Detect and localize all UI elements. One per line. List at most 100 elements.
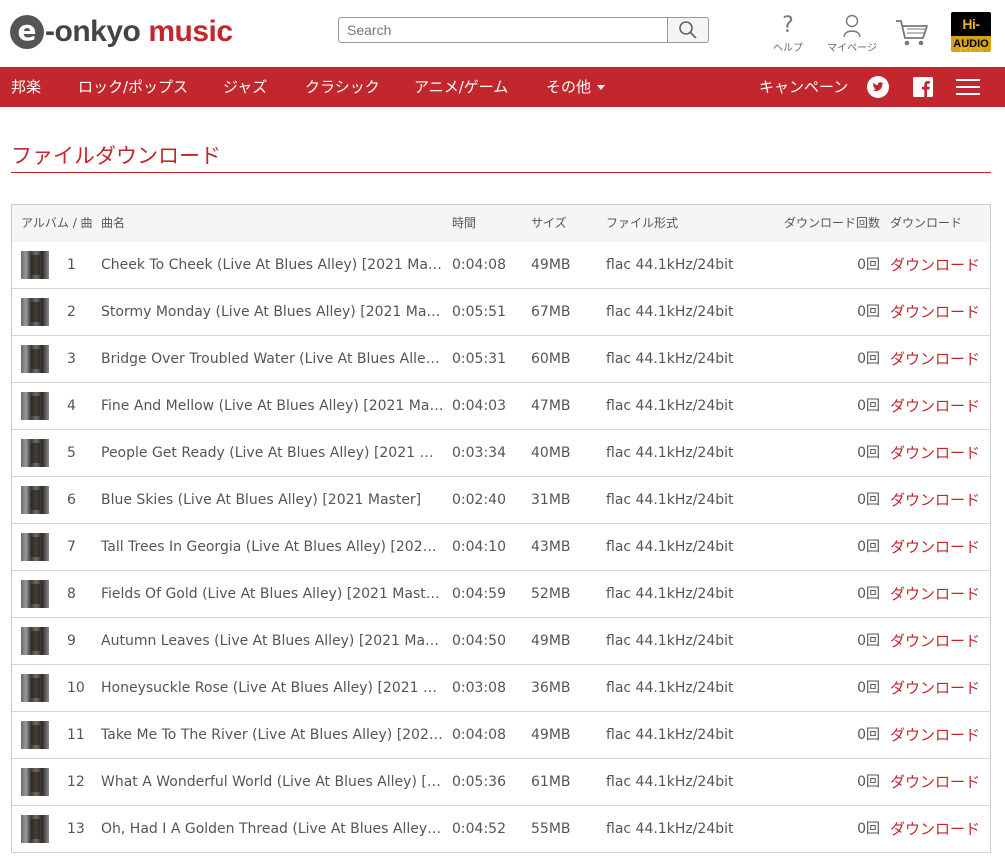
file-size: 49MB [531,633,571,649]
logo-music-text: music [148,15,233,48]
file-format: flac 44.1kHz/24bit [606,445,734,461]
track-title: Honeysuckle Rose (Live At Blues Alley) [… [101,680,444,696]
download-count: 0回 [857,539,880,555]
twitter-icon[interactable] [867,76,889,98]
album-thumbnail [21,627,49,655]
hires-top-text: Hi-Res [951,12,991,52]
album-thumbnail [21,439,49,467]
track-duration: 0:04:08 [452,727,506,743]
album-thumbnail [21,533,49,561]
nav-item-anime-game[interactable]: アニメ/ゲーム [414,67,508,107]
hamburger-menu-icon[interactable] [956,76,980,98]
main-nav: 邦楽 ロック/ポップス ジャズ クラシック アニメ/ゲーム その他 キャンペーン [0,67,1005,107]
download-link[interactable]: ダウンロード [890,242,980,288]
track-duration: 0:04:03 [452,398,506,414]
file-format: flac 44.1kHz/24bit [606,351,734,367]
track-duration: 0:04:08 [452,257,506,273]
nav-item-others-label: その他 [546,78,592,96]
album-thumbnail [21,251,49,279]
file-format: flac 44.1kHz/24bit [606,257,734,273]
track-title: Blue Skies (Live At Blues Alley) [2021 M… [101,492,422,508]
file-format: flac 44.1kHz/24bit [606,304,734,320]
track-duration: 0:05:31 [452,351,506,367]
nav-item-classic[interactable]: クラシック [305,67,380,107]
file-format: flac 44.1kHz/24bit [606,539,734,555]
nav-item-others[interactable]: その他 [546,67,606,107]
user-icon [843,14,861,38]
header-size: サイズ [531,216,567,230]
nav-item-jazz[interactable]: ジャズ [223,67,267,107]
table-body: 1 Cheek To Cheek (Live At Blues Alley) [2… [12,242,990,853]
file-size: 47MB [531,398,571,414]
download-link[interactable]: ダウンロード [890,618,980,664]
file-size: 61MB [531,774,571,790]
file-format: flac 44.1kHz/24bit [606,398,734,414]
album-thumbnail [21,768,49,796]
help-link[interactable]: ? ヘルプ [770,14,806,55]
header-album-track: アルバム / 曲 [21,216,93,230]
table-row: 3 Bridge Over Troubled Water (Live At Blu… [12,336,990,383]
download-link[interactable]: ダウンロード [890,336,980,382]
track-number: 5 [67,445,76,461]
table-row: 2 Stormy Monday (Live At Blues Alley) [20… [12,289,990,336]
album-thumbnail [21,345,49,373]
track-duration: 0:05:36 [452,774,506,790]
track-number: 4 [67,398,76,414]
page-title: ファイルダウンロード [11,144,221,168]
file-format: flac 44.1kHz/24bit [606,680,734,696]
cart-icon [896,20,928,46]
file-format: flac 44.1kHz/24bit [606,774,734,790]
mypage-label: マイページ [827,43,877,54]
facebook-icon[interactable] [912,76,934,98]
album-thumbnail [21,674,49,702]
track-title: Cheek To Cheek (Live At Blues Alley) [20… [101,257,444,273]
mypage-link[interactable]: マイページ [824,14,880,54]
download-count: 0回 [857,257,880,273]
file-format: flac 44.1kHz/24bit [606,492,734,508]
download-link[interactable]: ダウンロード [890,524,980,570]
track-title: People Get Ready (Live At Blues Alley) [… [101,445,444,461]
download-link[interactable]: ダウンロード [890,430,980,476]
download-count: 0回 [857,821,880,837]
track-duration: 0:04:10 [452,539,506,555]
track-title: Oh, Had I A Golden Thread (Live At Blues… [101,821,444,837]
search-icon [679,21,697,39]
download-link[interactable]: ダウンロード [890,571,980,617]
nav-item-rock-pops[interactable]: ロック/ポップス [78,67,188,107]
download-link[interactable]: ダウンロード [890,477,980,523]
download-link[interactable]: ダウンロード [890,806,980,852]
search-button[interactable] [667,17,709,43]
header-download: ダウンロード [890,216,963,230]
header-time: 時間 [452,216,477,230]
track-number: 11 [67,727,85,743]
download-link[interactable]: ダウンロード [890,712,980,758]
download-count: 0回 [857,492,880,508]
table-header: アルバム / 曲 曲名 時間 サイズ ファイル形式 ダウンロード回数 ダウンロー… [12,205,990,242]
nav-item-hougaku[interactable]: 邦楽 [11,67,41,107]
track-title: Take Me To The River (Live At Blues Alle… [101,727,444,743]
track-title: Bridge Over Troubled Water (Live At Blue… [101,351,444,367]
album-thumbnail [21,486,49,514]
file-size: 49MB [531,257,571,273]
download-link[interactable]: ダウンロード [890,289,980,335]
file-size: 49MB [531,727,571,743]
track-duration: 0:04:52 [452,821,506,837]
album-thumbnail [21,815,49,843]
cart-link[interactable] [894,18,930,52]
help-label: ヘルプ [773,43,803,54]
search-input[interactable] [338,17,667,43]
download-link[interactable]: ダウンロード [890,383,980,429]
download-link[interactable]: ダウンロード [890,665,980,711]
track-number: 9 [67,633,76,649]
track-duration: 0:05:51 [452,304,506,320]
track-duration: 0:03:34 [452,445,506,461]
track-title: What A Wonderful World (Live At Blues Al… [101,774,444,790]
download-link[interactable]: ダウンロード [890,759,980,805]
track-number: 10 [67,680,85,696]
file-format: flac 44.1kHz/24bit [606,586,734,602]
search-bar [338,17,709,43]
table-row: 13 Oh, Had I A Golden Thread (Live At Blu… [12,806,990,853]
e-onkyo-music-logo[interactable]: e -onkyo music [10,12,233,52]
caret-down-icon [597,85,606,90]
nav-item-campaign[interactable]: キャンペーン [759,67,848,107]
